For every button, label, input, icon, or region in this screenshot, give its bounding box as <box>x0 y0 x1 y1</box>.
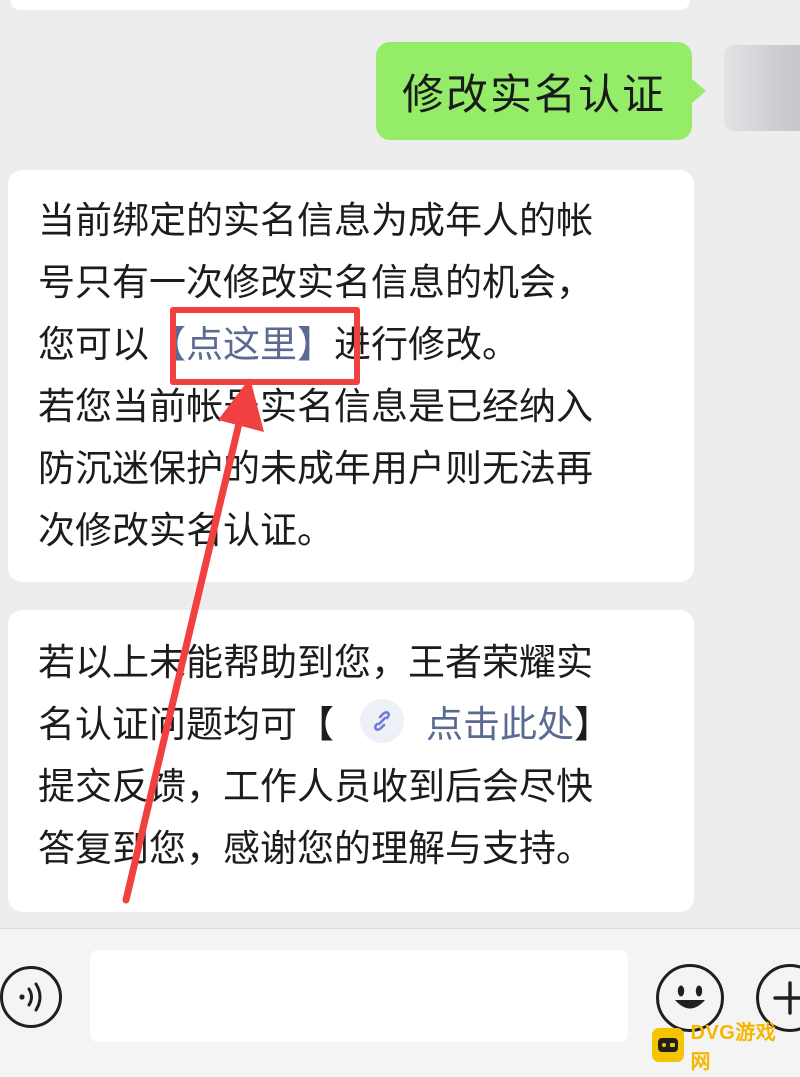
watermark-text: DVG游戏网 <box>690 1022 777 1073</box>
voice-button[interactable] <box>0 966 62 1028</box>
red-arrow-annotation <box>122 378 264 904</box>
message-input[interactable] <box>90 950 628 1042</box>
watermark-logo <box>652 1028 685 1062</box>
watermark: DVG游戏网 <box>652 1022 792 1073</box>
voice-icon <box>19 982 42 1012</box>
